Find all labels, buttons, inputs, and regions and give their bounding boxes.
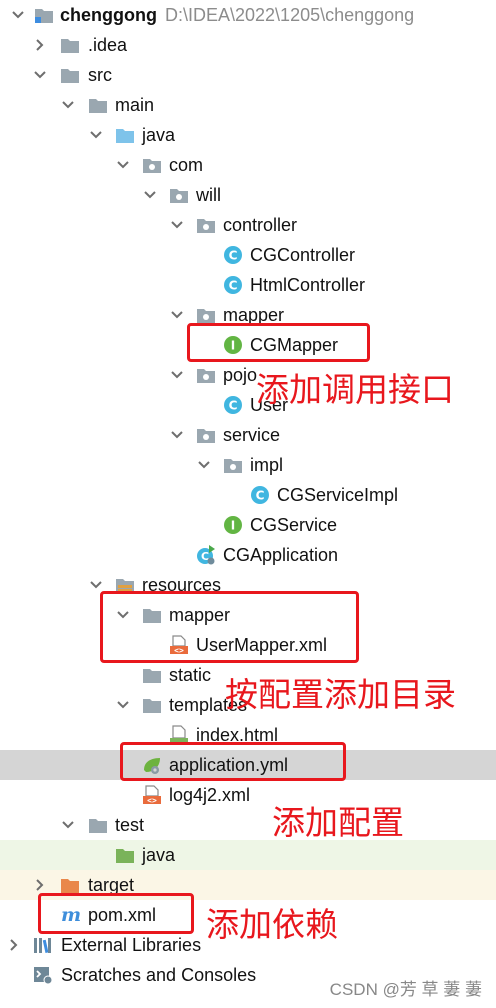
tree-label: java xyxy=(142,125,176,145)
annotation-add-config: 添加配置 xyxy=(272,803,404,842)
chevron-down-icon[interactable] xyxy=(169,367,185,383)
tree-label: External Libraries xyxy=(61,935,202,955)
tree-label: CGServiceImpl xyxy=(277,485,399,505)
tree-label: java xyxy=(142,845,176,865)
xml-file-icon: <> xyxy=(142,785,162,805)
highlight-box-cgmapper xyxy=(187,323,370,362)
chevron-down-icon[interactable] xyxy=(169,217,185,233)
annotation-add-interface: 添加调用接口 xyxy=(256,370,454,409)
tree-label: com xyxy=(169,155,204,175)
folder-icon xyxy=(142,665,162,685)
tree-label: Scratches and Consoles xyxy=(61,965,257,985)
svg-text:<>: <> xyxy=(147,796,157,805)
chevron-down-icon[interactable] xyxy=(60,97,76,113)
svg-text:I: I xyxy=(231,519,235,533)
watermark: CSDN @芳 草 萋 萋 xyxy=(329,980,482,999)
package-icon xyxy=(196,365,216,385)
tree-row-controller[interactable]: controller xyxy=(0,210,496,240)
tree-row-will[interactable]: will xyxy=(0,180,496,210)
chevron-right-icon[interactable] xyxy=(32,877,48,893)
folder-module-icon xyxy=(34,5,54,25)
tree-label: service xyxy=(223,425,281,445)
tree-row-java[interactable]: java xyxy=(0,120,496,150)
tree-row-src[interactable]: src xyxy=(0,60,496,90)
tree-label: HtmlController xyxy=(250,275,366,295)
package-icon xyxy=(142,155,162,175)
tree-row-main[interactable]: main xyxy=(0,90,496,120)
tree-label: main xyxy=(115,95,155,115)
folder-icon xyxy=(142,695,162,715)
folder-icon xyxy=(60,65,80,85)
interface-icon: I xyxy=(223,515,243,535)
package-icon xyxy=(169,185,189,205)
chevron-down-icon[interactable] xyxy=(142,187,158,203)
test-source-folder-icon xyxy=(115,845,135,865)
tree-label: impl xyxy=(250,455,284,475)
tree-label: pojo xyxy=(223,365,258,385)
svg-text:C: C xyxy=(229,279,238,293)
tree-label: will xyxy=(196,185,221,205)
project-name: chenggong D:\IDEA\2022\1205\chenggong xyxy=(60,5,415,25)
chevron-down-icon[interactable] xyxy=(169,427,185,443)
tree-row-cgcontroller[interactable]: C CGController xyxy=(0,240,496,270)
class-icon: C xyxy=(223,275,243,295)
folder-icon xyxy=(88,815,108,835)
chevron-down-icon[interactable] xyxy=(32,67,48,83)
chevron-right-icon[interactable] xyxy=(32,37,48,53)
tree-label: log4j2.xml xyxy=(169,785,251,805)
tree-row-log4j2-xml[interactable]: <> log4j2.xml xyxy=(0,780,496,810)
class-icon: C xyxy=(223,395,243,415)
package-icon xyxy=(196,305,216,325)
tree-label: CGController xyxy=(250,245,356,265)
tree-row-service[interactable]: service xyxy=(0,420,496,450)
scratches-icon xyxy=(33,965,53,985)
libraries-icon xyxy=(33,935,53,955)
svg-text:C: C xyxy=(256,489,265,503)
tree-row-test[interactable]: test xyxy=(0,810,496,840)
class-icon: C xyxy=(250,485,270,505)
tree-label: controller xyxy=(223,215,298,235)
package-icon xyxy=(196,215,216,235)
highlight-box-pom xyxy=(38,893,194,934)
tree-row-test-java[interactable]: java xyxy=(0,840,496,870)
class-icon: C xyxy=(223,245,243,265)
folder-icon xyxy=(60,35,80,55)
annotation-add-dependency: 添加依赖 xyxy=(206,905,338,944)
excluded-folder-icon xyxy=(60,875,80,895)
tree-row-cgserviceimpl[interactable]: C CGServiceImpl xyxy=(0,480,496,510)
tree-label: static xyxy=(169,665,212,685)
chevron-down-icon[interactable] xyxy=(60,817,76,833)
chevron-down-icon[interactable] xyxy=(88,127,104,143)
source-folder-icon xyxy=(115,125,135,145)
highlight-box-application-yml xyxy=(120,742,346,781)
tree-row-htmlcontroller[interactable]: C HtmlController xyxy=(0,270,496,300)
tree-label: test xyxy=(115,815,145,835)
tree-row-cgapplication[interactable]: C CGApplication xyxy=(0,540,496,570)
package-icon xyxy=(196,425,216,445)
package-icon xyxy=(223,455,243,475)
tree-row-com[interactable]: com xyxy=(0,150,496,180)
project-path: D:\IDEA\2022\1205\chenggong xyxy=(165,5,415,25)
tree-row-impl[interactable]: impl xyxy=(0,450,496,480)
chevron-down-icon[interactable] xyxy=(169,307,185,323)
chevron-right-icon[interactable] xyxy=(6,937,22,953)
tree-row-idea[interactable]: .idea xyxy=(0,30,496,60)
annotation-add-directory: 按配置添加目录 xyxy=(225,675,456,714)
chevron-down-icon[interactable] xyxy=(196,457,212,473)
svg-text:C: C xyxy=(229,399,238,413)
tree-label: CGService xyxy=(250,515,338,535)
chevron-down-icon[interactable] xyxy=(115,157,131,173)
tree-label: src xyxy=(88,65,112,85)
chevron-down-icon[interactable] xyxy=(10,7,26,23)
folder-icon xyxy=(88,95,108,115)
tree-row-cgservice[interactable]: I CGService xyxy=(0,510,496,540)
highlight-box-mapper-dir xyxy=(100,591,359,663)
tree-label: .idea xyxy=(88,35,128,55)
chevron-down-icon[interactable] xyxy=(115,697,131,713)
spring-boot-class-icon: C xyxy=(196,545,216,565)
tree-label: CGApplication xyxy=(223,545,339,565)
tree-row-project[interactable]: chenggong D:\IDEA\2022\1205\chenggong xyxy=(0,0,496,30)
svg-text:C: C xyxy=(229,249,238,263)
